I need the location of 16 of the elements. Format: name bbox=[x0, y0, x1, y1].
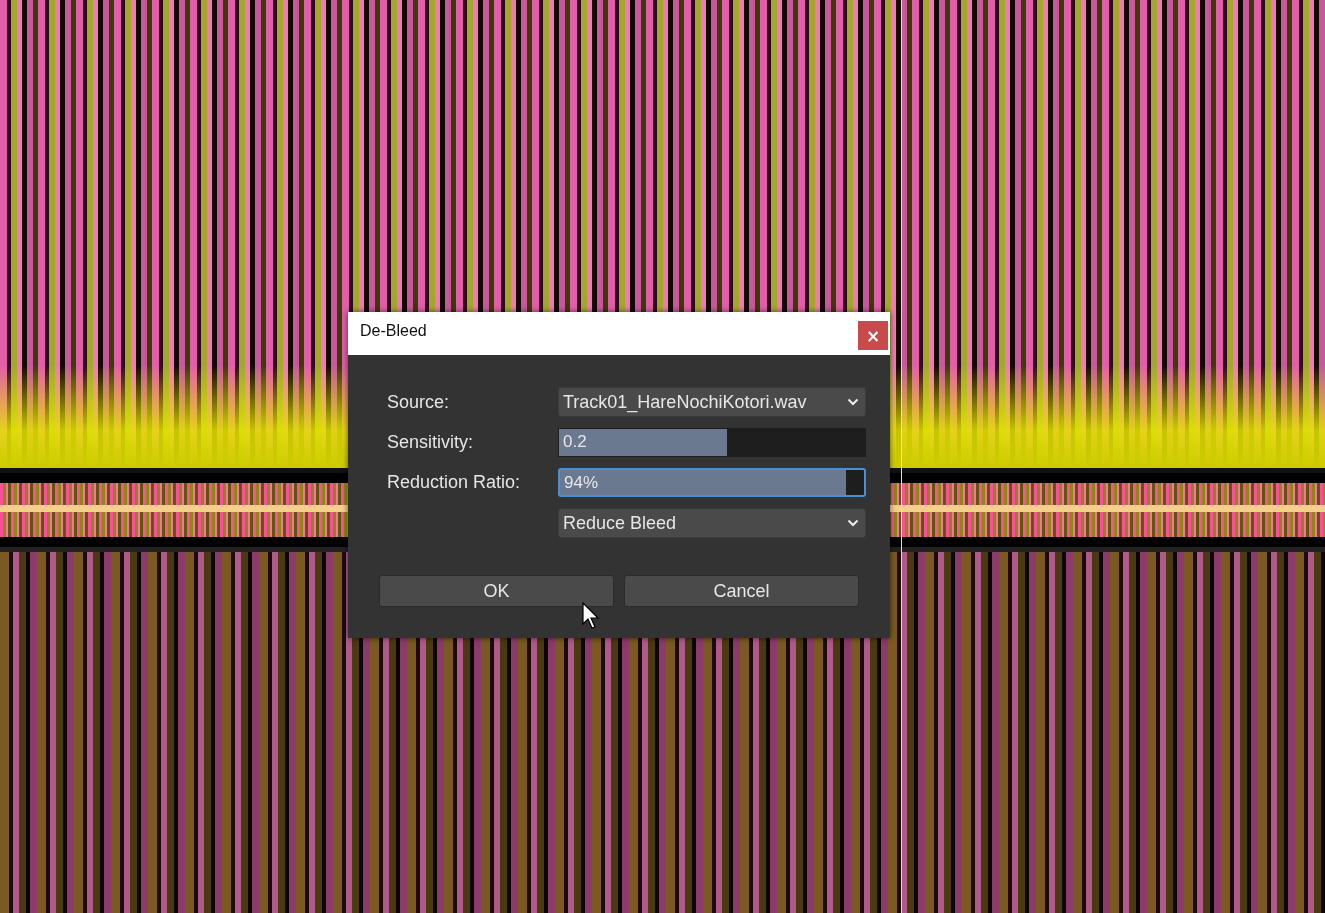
field-label: Reduction Ratio: bbox=[387, 472, 522, 493]
chevron-icon bbox=[847, 398, 859, 406]
chevron-icon bbox=[847, 519, 859, 527]
dropdown[interactable]: Reduce Bleed bbox=[558, 508, 866, 538]
slider-track[interactable]: 0.2 bbox=[558, 428, 866, 457]
slider-value: 94% bbox=[564, 473, 599, 493]
close-button[interactable]: × bbox=[858, 321, 888, 350]
dropdown[interactable]: Track01_HareNochiKotori.wav bbox=[558, 387, 866, 417]
field-label: Source: bbox=[387, 391, 451, 413]
slider-value: 0.2 bbox=[563, 432, 587, 452]
dialog-button[interactable]: Cancel bbox=[624, 575, 859, 607]
field-label: Sensitivity: bbox=[387, 432, 475, 453]
dialog-button[interactable]: OK bbox=[379, 575, 614, 607]
slider-track[interactable]: 94% bbox=[558, 468, 866, 497]
pointer-icon bbox=[582, 602, 600, 630]
window-title: De-Bleed bbox=[360, 322, 427, 340]
